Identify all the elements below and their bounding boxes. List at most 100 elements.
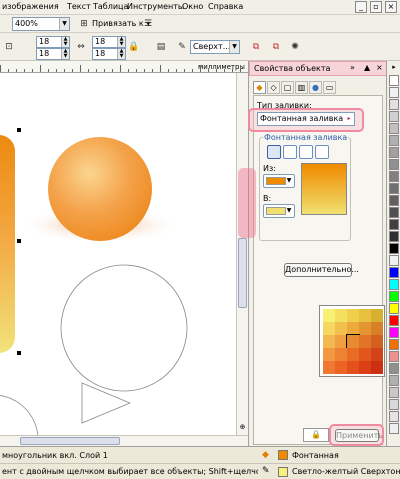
close-button[interactable]: × bbox=[385, 1, 397, 13]
horizontal-scrollbar[interactable] bbox=[0, 435, 248, 446]
square-fill-icon[interactable] bbox=[315, 145, 329, 159]
lock-ratio-icon[interactable]: 🔒 bbox=[128, 41, 140, 53]
convert-icon[interactable]: ✺ bbox=[289, 41, 301, 53]
menu-item-help[interactable]: Справка bbox=[208, 2, 243, 11]
color-cell[interactable] bbox=[323, 361, 335, 374]
menu-item-window[interactable]: Окно bbox=[182, 2, 203, 11]
color-cell[interactable] bbox=[323, 335, 335, 348]
color-cell[interactable] bbox=[347, 361, 359, 374]
color-cell[interactable] bbox=[359, 361, 371, 374]
color-cell[interactable] bbox=[371, 335, 383, 348]
color-cell[interactable] bbox=[335, 335, 347, 348]
palette-swatch[interactable] bbox=[389, 279, 399, 290]
more-button[interactable]: Дополнительно... bbox=[284, 263, 359, 277]
color-cell[interactable] bbox=[371, 348, 383, 361]
conical-fill-icon[interactable] bbox=[299, 145, 313, 159]
palette-swatch[interactable] bbox=[389, 351, 399, 362]
apply-button[interactable]: Применить bbox=[335, 429, 383, 442]
spin-field-3[interactable]: 18 ▲ ▼ bbox=[92, 36, 126, 48]
wrap-text-icon[interactable]: ▤ bbox=[155, 41, 167, 53]
spin-field-4[interactable]: 18 ▲ ▼ bbox=[92, 48, 126, 60]
color-cell[interactable] bbox=[346, 334, 360, 349]
menu-item-image[interactable]: изображения bbox=[2, 2, 59, 11]
color-cell[interactable] bbox=[323, 322, 335, 335]
palette-swatch[interactable] bbox=[389, 411, 399, 422]
palette-swatch[interactable] bbox=[389, 87, 399, 98]
options-icon[interactable]: ☰ bbox=[142, 18, 154, 30]
tab-summary-icon[interactable]: ▭ bbox=[323, 81, 336, 94]
palette-swatch[interactable] bbox=[389, 219, 399, 230]
palette-swatch[interactable] bbox=[389, 363, 399, 374]
tab-text-icon[interactable]: ▥ bbox=[295, 81, 308, 94]
expand-icon[interactable]: » bbox=[350, 63, 355, 72]
vertical-scroll-thumb[interactable] bbox=[238, 238, 247, 308]
outline-arc[interactable] bbox=[0, 395, 39, 435]
selection-handle[interactable] bbox=[17, 128, 21, 132]
palette-swatch[interactable] bbox=[389, 255, 399, 266]
spin-arrows-icon[interactable]: ▲ ▼ bbox=[61, 49, 69, 59]
to-color-button[interactable]: ▼ bbox=[263, 204, 295, 218]
color-cell[interactable] bbox=[323, 309, 335, 322]
outline-triangle[interactable] bbox=[81, 382, 132, 424]
gradient-rectangle[interactable] bbox=[0, 135, 15, 353]
color-cell[interactable] bbox=[323, 348, 335, 361]
color-cell[interactable] bbox=[335, 309, 347, 322]
color-cell[interactable] bbox=[359, 348, 371, 361]
color-cell[interactable] bbox=[359, 309, 371, 322]
palette-swatch[interactable] bbox=[389, 135, 399, 146]
drawing-canvas[interactable] bbox=[0, 73, 236, 435]
zoom-combo[interactable]: 400% ▼ bbox=[12, 17, 70, 31]
palette-swatch[interactable] bbox=[389, 111, 399, 122]
palette-swatch[interactable] bbox=[389, 267, 399, 278]
color-cell[interactable] bbox=[335, 348, 347, 361]
color-cell[interactable] bbox=[359, 335, 371, 348]
lock-icon[interactable]: 🔒 bbox=[303, 428, 329, 442]
menu-item-tools[interactable]: Инструменты bbox=[127, 2, 184, 11]
from-color-button[interactable]: ▼ bbox=[263, 174, 295, 188]
linear-fill-icon[interactable] bbox=[267, 145, 281, 159]
palette-swatch[interactable] bbox=[389, 195, 399, 206]
to-back-icon[interactable]: ⧉ bbox=[270, 41, 282, 53]
horizontal-scroll-thumb[interactable] bbox=[20, 437, 120, 445]
color-cell[interactable] bbox=[347, 309, 359, 322]
color-cell[interactable] bbox=[347, 322, 359, 335]
spin-field-1[interactable]: 18 ▲ ▼ bbox=[36, 36, 70, 48]
tab-internet-icon[interactable]: ● bbox=[309, 81, 322, 94]
palette-swatch[interactable] bbox=[389, 423, 399, 434]
palette-swatch[interactable] bbox=[389, 243, 399, 254]
outline-width-combo[interactable]: Сверхт... ▼ bbox=[190, 40, 240, 54]
palette-swatch[interactable] bbox=[389, 339, 399, 350]
color-cell[interactable] bbox=[335, 361, 347, 374]
spin-arrows-icon[interactable]: ▲ ▼ bbox=[117, 37, 125, 47]
orange-sphere[interactable] bbox=[48, 137, 152, 241]
palette-swatch[interactable] bbox=[389, 303, 399, 314]
tab-fill-icon[interactable]: ◆ bbox=[253, 81, 266, 94]
close-docker-icon[interactable]: × bbox=[376, 63, 383, 72]
tab-outline-icon[interactable]: ◇ bbox=[267, 81, 280, 94]
collapse-icon[interactable]: ▲ bbox=[364, 63, 370, 72]
spin-arrows-icon[interactable]: ▲ ▼ bbox=[61, 37, 69, 47]
palette-swatch[interactable] bbox=[389, 171, 399, 182]
color-cell[interactable] bbox=[347, 348, 359, 361]
palette-swatch[interactable] bbox=[389, 99, 399, 110]
palette-swatch[interactable] bbox=[389, 147, 399, 158]
palette-swatch[interactable] bbox=[389, 375, 399, 386]
palette-swatch[interactable] bbox=[389, 75, 399, 86]
palette-swatch[interactable] bbox=[389, 399, 399, 410]
minimize-button[interactable]: _ bbox=[355, 1, 367, 13]
tab-general-icon[interactable]: ▢ bbox=[281, 81, 294, 94]
spin-field-2[interactable]: 18 ▲ ▼ bbox=[36, 48, 70, 60]
color-cell[interactable] bbox=[371, 361, 383, 374]
selection-handle[interactable] bbox=[17, 239, 21, 243]
link-icon[interactable]: ⇔ bbox=[75, 41, 87, 53]
color-cell[interactable] bbox=[371, 309, 383, 322]
selection-handle[interactable] bbox=[17, 351, 21, 355]
menu-item-table[interactable]: Таблица bbox=[93, 2, 128, 11]
fill-type-select[interactable]: Фонтанная заливка ▸ bbox=[257, 112, 355, 126]
outline-circle[interactable] bbox=[60, 264, 188, 392]
palette-swatch[interactable] bbox=[389, 159, 399, 170]
palette-swatch[interactable] bbox=[389, 183, 399, 194]
color-cell[interactable] bbox=[335, 322, 347, 335]
spin-arrows-icon[interactable]: ▲ ▼ bbox=[117, 49, 125, 59]
palette-swatch[interactable] bbox=[389, 327, 399, 338]
